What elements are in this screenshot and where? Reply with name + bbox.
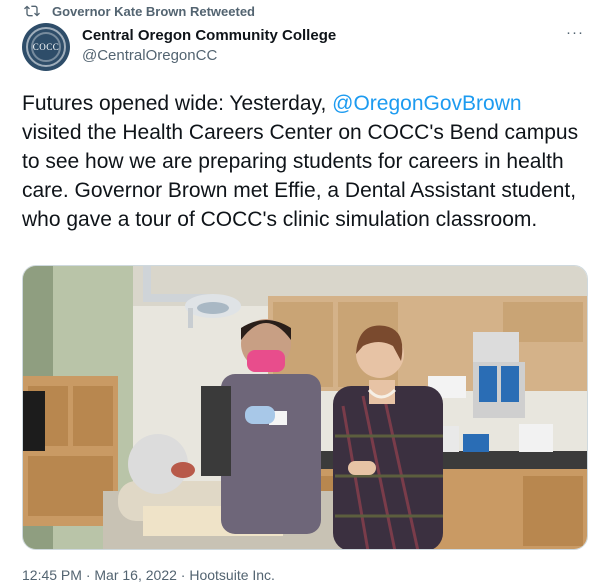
tweet-source: Hootsuite Inc. <box>189 567 275 583</box>
tweet-text-before: Futures opened wide: Yesterday, <box>22 92 333 115</box>
tweet-text-after: visited the Health Careers Center on COC… <box>22 121 579 231</box>
retweet-label: Governor Kate Brown Retweeted <box>52 3 255 19</box>
tweet-text: Futures opened wide: Yesterday, @OregonG… <box>22 89 582 234</box>
photo-dental-classroom <box>23 266 587 549</box>
mention-link[interactable]: @OregonGovBrown <box>332 92 521 115</box>
tweet-photo[interactable] <box>22 265 588 550</box>
retweet-icon <box>24 5 40 17</box>
meta-separator: · <box>176 567 190 583</box>
tweet-date[interactable]: Mar 16, 2022 <box>94 567 177 583</box>
more-options-button[interactable]: ··· <box>566 25 584 40</box>
tweet-time[interactable]: 12:45 PM <box>22 567 82 583</box>
author-name[interactable]: Central Oregon Community College <box>82 27 336 44</box>
avatar-logo-text: COCC <box>32 42 60 52</box>
meta-separator: · <box>81 567 95 583</box>
retweet-indicator[interactable]: Governor Kate Brown Retweeted <box>24 2 255 20</box>
tweet-metadata: 12:45 PM · Mar 16, 2022 · Hootsuite Inc. <box>22 567 275 583</box>
author-handle[interactable]: @CentralOregonCC <box>82 47 217 64</box>
avatar[interactable]: COCC <box>22 23 70 71</box>
